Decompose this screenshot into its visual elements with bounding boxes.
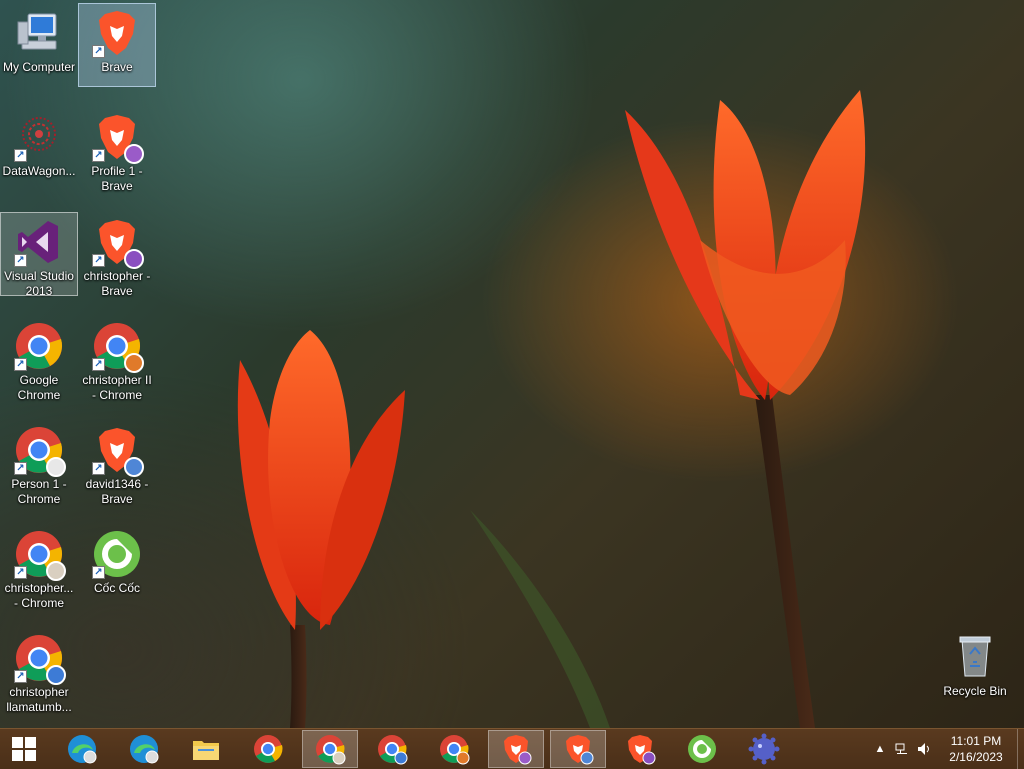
- taskbar-item-chrome-profile-1[interactable]: [302, 730, 358, 768]
- coccoc-icon: [688, 735, 716, 763]
- clock-time: 11:01 PM: [950, 734, 1002, 748]
- desktop-icon-profile-1-brave[interactable]: ↗ Profile 1 - Brave: [79, 108, 155, 193]
- desktop-icon-christopher-brave[interactable]: ↗ christopher - Brave: [79, 213, 155, 298]
- desktop-icon-christopher-llamatumb[interactable]: ↗ christopher llamatumb...: [1, 629, 77, 714]
- chrome-profile-icon: [440, 735, 470, 765]
- edge-profile-icon: [68, 735, 97, 764]
- clock[interactable]: 11:01 PM 2/16/2023: [935, 733, 1017, 765]
- edge-profile-icon: [130, 735, 159, 764]
- coccoc-icon: ↗: [92, 529, 142, 579]
- brave-profile-icon: ↗: [92, 112, 144, 164]
- desktop-icon-label: Cốc Cốc: [93, 581, 140, 595]
- desktop-icon-label: christopher - Brave: [83, 269, 151, 298]
- profile-badge-icon: [124, 144, 144, 164]
- chrome-profile-icon: [316, 735, 346, 765]
- desktop-icon-person-1-chrome[interactable]: ↗ Person 1 - Chrome: [1, 421, 77, 506]
- taskbar: ▲ 11:01 PM 2/16/2023: [0, 728, 1024, 769]
- taskbar-item-file-explorer[interactable]: [178, 730, 234, 768]
- desktop-icon-brave[interactable]: ↗ Brave: [78, 3, 156, 87]
- desktop-icon-christopher-ii-chrome[interactable]: ↗ christopher II - Chrome: [79, 317, 155, 402]
- shortcut-arrow-icon: ↗: [92, 45, 105, 58]
- brave-profile-icon: ↗: [92, 425, 144, 477]
- brave-profile-icon: [628, 735, 656, 765]
- chrome-icon: [254, 735, 283, 763]
- chrome-person-icon: ↗: [14, 425, 66, 477]
- datawagon-icon: ↗: [14, 112, 64, 162]
- desktop-icon-david1346-brave[interactable]: ↗ david1346 - Brave: [79, 421, 155, 506]
- shortcut-arrow-icon: ↗: [92, 462, 105, 475]
- chrome-profile-icon: ↗: [14, 529, 66, 581]
- brave-profile-icon: [566, 735, 594, 765]
- brave-profile-icon: ↗: [92, 217, 144, 269]
- desktop-icon-label: DataWagon...: [2, 164, 76, 178]
- person-badge-icon: [46, 457, 66, 477]
- visual-studio-icon: ↗: [14, 217, 64, 267]
- network-icon[interactable]: [891, 729, 913, 769]
- taskbar-item-brave-profile-3[interactable]: [612, 730, 668, 768]
- brave-icon: ↗: [92, 8, 142, 58]
- desktop-icon-google-chrome[interactable]: ↗ Google Chrome: [1, 317, 77, 402]
- desktop-icon-label: Visual Studio 2013: [4, 269, 74, 298]
- desktop-icon-label: Brave: [101, 60, 133, 74]
- profile-badge-icon: [124, 249, 144, 269]
- taskbar-item-paint[interactable]: [736, 730, 792, 768]
- shortcut-arrow-icon: ↗: [14, 358, 27, 371]
- volume-icon[interactable]: [913, 729, 935, 769]
- start-button[interactable]: [0, 729, 48, 769]
- shortcut-arrow-icon: ↗: [92, 566, 105, 579]
- taskbar-item-chrome[interactable]: [240, 730, 296, 768]
- clock-date: 2/16/2023: [949, 750, 1003, 764]
- desktop-icon-label: christopher llamatumb...: [6, 685, 72, 714]
- desktop-icon-christopher-chrome[interactable]: ↗ christopher... - Chrome: [1, 525, 77, 610]
- chrome-profile-icon: ↗: [92, 321, 144, 373]
- desktop-icon-label: Recycle Bin: [943, 684, 1007, 698]
- taskbar-item-brave-profile-2[interactable]: [550, 730, 606, 768]
- show-hidden-icons-button[interactable]: ▲: [869, 729, 891, 769]
- shortcut-arrow-icon: ↗: [14, 670, 27, 683]
- shortcut-arrow-icon: ↗: [92, 358, 105, 371]
- shortcut-arrow-icon: ↗: [92, 254, 105, 267]
- desktop-icon-datawagon[interactable]: ↗ DataWagon...: [1, 108, 77, 190]
- taskbar-item-edge-1[interactable]: [54, 730, 110, 768]
- desktop-icon-label: Person 1 - Chrome: [11, 477, 67, 506]
- desktop-icon-label: christopher... - Chrome: [4, 581, 74, 610]
- computer-icon: [14, 8, 64, 58]
- shortcut-arrow-icon: ↗: [14, 149, 27, 162]
- taskbar-item-chrome-profile-3[interactable]: [426, 730, 482, 768]
- taskbar-item-edge-2[interactable]: [116, 730, 172, 768]
- taskbar-item-coccoc[interactable]: [674, 730, 730, 768]
- system-tray: ▲ 11:01 PM 2/16/2023: [869, 729, 1024, 769]
- profile-badge-icon: [124, 457, 144, 477]
- show-desktop-button[interactable]: [1017, 729, 1024, 769]
- ms-paint-icon: [748, 733, 780, 765]
- taskbar-item-brave-profile-1[interactable]: [488, 730, 544, 768]
- desktop-icon-label: david1346 - Brave: [85, 477, 149, 506]
- profile-badge-icon: [46, 665, 66, 685]
- desktop-icon-label: Google Chrome: [17, 373, 61, 402]
- taskbar-item-chrome-profile-2[interactable]: [364, 730, 420, 768]
- desktop-icon-label: My Computer: [2, 60, 76, 74]
- brave-profile-icon: [504, 735, 532, 765]
- desktop-icon-visual-studio[interactable]: ↗ Visual Studio 2013: [0, 212, 78, 298]
- profile-badge-icon: [46, 561, 66, 581]
- shortcut-arrow-icon: ↗: [14, 462, 27, 475]
- recycle-bin-icon: [950, 632, 1000, 682]
- desktop-icon-my-computer[interactable]: My Computer: [1, 4, 77, 86]
- desktop-icon-coccoc[interactable]: ↗ Cốc Cốc: [79, 525, 155, 607]
- file-explorer-icon: [193, 741, 219, 760]
- chrome-icon: ↗: [14, 321, 64, 371]
- chrome-profile-icon: ↗: [14, 633, 66, 685]
- desktop-icon-label: christopher II - Chrome: [82, 373, 152, 402]
- shortcut-arrow-icon: ↗: [92, 149, 105, 162]
- desktop-icon-label: Profile 1 - Brave: [91, 164, 143, 193]
- desktop-icon-recycle-bin[interactable]: Recycle Bin: [937, 628, 1013, 710]
- basketball-badge-icon: [124, 353, 144, 373]
- windows-logo-icon: [12, 737, 36, 761]
- chrome-profile-icon: [378, 735, 408, 765]
- shortcut-arrow-icon: ↗: [14, 254, 27, 267]
- shortcut-arrow-icon: ↗: [14, 566, 27, 579]
